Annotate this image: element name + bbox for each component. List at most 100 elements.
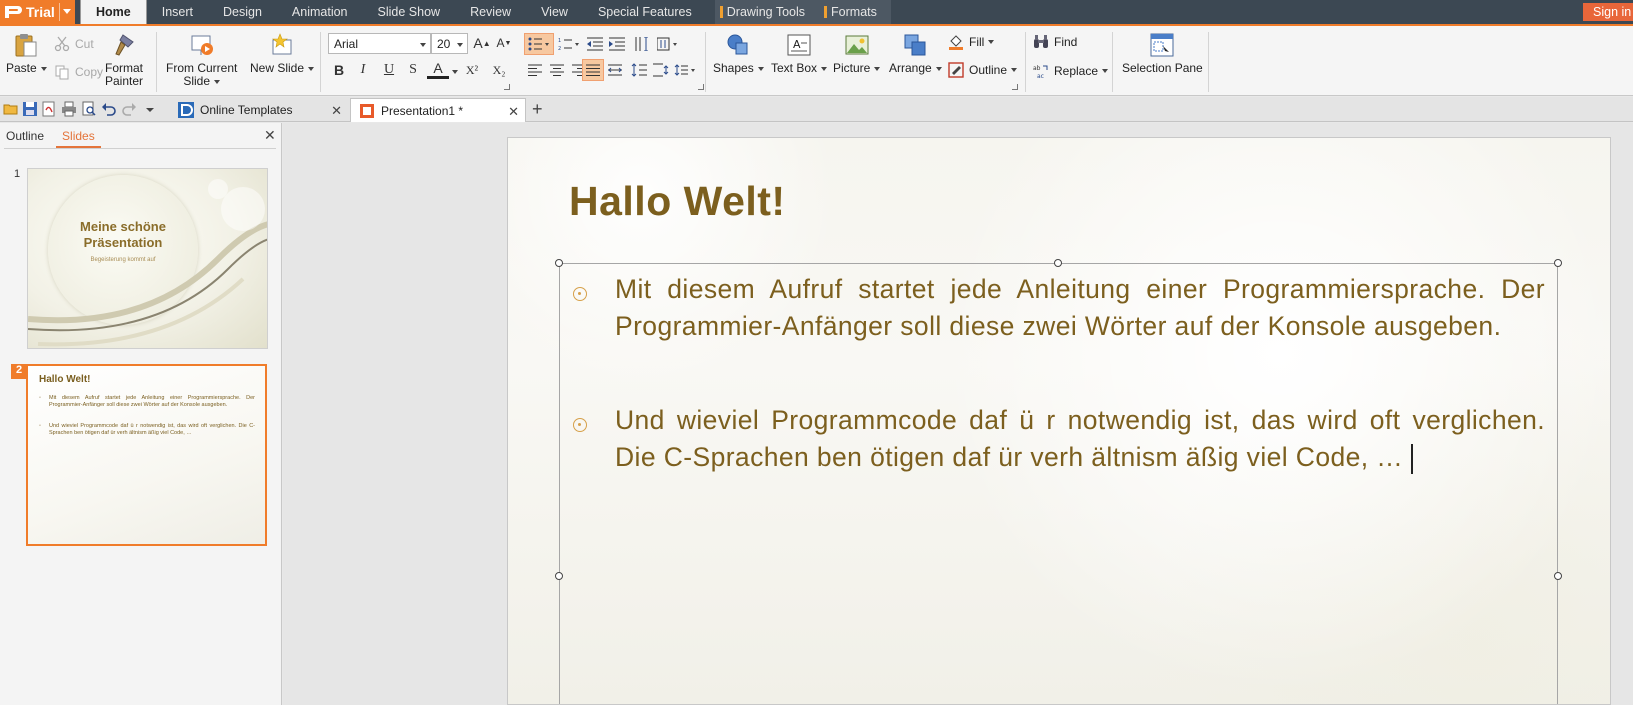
- slideshow-play-icon: [191, 35, 213, 55]
- tab-home[interactable]: Home: [80, 0, 147, 24]
- italic-button[interactable]: I: [352, 59, 374, 81]
- tab-view[interactable]: View: [526, 0, 583, 24]
- tab-special-features[interactable]: Special Features: [583, 0, 707, 24]
- cut-button[interactable]: Cut: [54, 36, 94, 52]
- font-size-value: 20: [437, 37, 451, 51]
- save-icon[interactable]: [22, 101, 38, 117]
- text-box-button[interactable]: A Text Box: [771, 32, 828, 75]
- replace-button[interactable]: ab ac Replace: [1033, 63, 1109, 79]
- close-icon[interactable]: ✕: [508, 104, 519, 120]
- slide-paragraph[interactable]: Und wieviel Programmcode daf ü r notwend…: [615, 402, 1545, 476]
- find-button[interactable]: Find: [1033, 34, 1077, 50]
- selection-pane-button[interactable]: Selection Pane: [1122, 32, 1203, 75]
- resize-handle-top-right[interactable]: [1554, 259, 1562, 267]
- tab-design[interactable]: Design: [208, 0, 277, 24]
- slide-number: 2: [11, 364, 27, 379]
- shrink-font-button[interactable]: A ▼: [493, 32, 515, 54]
- customize-toolbar-icon[interactable]: [145, 101, 155, 117]
- subscript-button[interactable]: X₂: [488, 59, 510, 81]
- resize-handle-right[interactable]: [1554, 572, 1562, 580]
- shapes-button[interactable]: Shapes: [713, 32, 764, 75]
- shadow-button[interactable]: S: [402, 59, 424, 81]
- undo-icon[interactable]: [101, 101, 117, 117]
- tab-formats[interactable]: Formats: [819, 0, 891, 24]
- divider: [59, 3, 60, 21]
- outline-button[interactable]: Outline: [948, 62, 1018, 78]
- paragraph-spacing-icon: [653, 63, 669, 77]
- new-slide-icon: [272, 33, 292, 55]
- bold-button[interactable]: B: [328, 59, 350, 81]
- tab-animation[interactable]: Animation: [277, 0, 363, 24]
- context-marker: [719, 6, 723, 18]
- content-text-box[interactable]: Mit diesem Aufruf startet jede Anleitung…: [559, 263, 1558, 704]
- tab-slides[interactable]: Slides: [56, 129, 101, 148]
- app-logo-icon: [5, 6, 22, 18]
- tab-insert[interactable]: Insert: [147, 0, 208, 24]
- slide-canvas[interactable]: Hallo Welt! Mit diesem Aufruf startet je…: [507, 137, 1611, 705]
- tab-outline[interactable]: Outline: [0, 129, 50, 148]
- tab-slide-show[interactable]: Slide Show: [363, 0, 456, 24]
- font-size-select[interactable]: 20: [431, 33, 468, 54]
- print-icon[interactable]: [61, 101, 77, 117]
- line-spacing-options-button[interactable]: [672, 59, 700, 81]
- new-tab-button[interactable]: +: [532, 99, 543, 120]
- slide-thumbnail-2[interactable]: Hallo Welt! ◦ Mit diesem Aufruf startet …: [26, 364, 267, 546]
- thumbnail-bullet-text: Mit diesem Aufruf startet jede Anleitung…: [49, 395, 255, 408]
- tab-drawing-tools[interactable]: Drawing Tools: [714, 0, 820, 24]
- numbered-list-icon: 12: [558, 38, 579, 51]
- picture-icon: [845, 35, 869, 55]
- resize-handle-top-left[interactable]: [555, 259, 563, 267]
- redo-icon[interactable]: [121, 101, 137, 117]
- increase-indent-button[interactable]: [606, 33, 628, 55]
- resize-handle-left[interactable]: [555, 572, 563, 580]
- superscript-button[interactable]: X²: [461, 59, 483, 81]
- outline-label: Outline: [969, 63, 1008, 77]
- numbering-button[interactable]: 12: [556, 33, 582, 55]
- text-direction-button[interactable]: [655, 33, 683, 55]
- picture-button[interactable]: Picture: [833, 32, 881, 75]
- bullets-button[interactable]: [524, 33, 554, 55]
- paragraph-dialog-launcher[interactable]: [698, 84, 704, 90]
- sign-in-button[interactable]: Sign in: [1583, 3, 1633, 21]
- group-divider: [1025, 32, 1026, 92]
- paste-button[interactable]: Paste: [6, 32, 47, 75]
- print-preview-icon[interactable]: [81, 101, 97, 117]
- line-spacing-button[interactable]: [628, 59, 650, 81]
- arrange-button[interactable]: Arrange: [889, 32, 942, 75]
- group-divider: [156, 32, 157, 92]
- fill-button[interactable]: Fill: [948, 34, 995, 50]
- font-name-select[interactable]: Arial: [328, 33, 431, 54]
- tab-online-templates[interactable]: Online Templates ✕: [170, 98, 348, 122]
- slide-paragraph[interactable]: Mit diesem Aufruf startet jede Anleitung…: [615, 271, 1545, 345]
- font-color-button[interactable]: A: [427, 59, 449, 79]
- paragraph-spacing-button[interactable]: [650, 59, 672, 81]
- tab-presentation1[interactable]: Presentation1 * ✕: [350, 98, 526, 122]
- justify-button[interactable]: [582, 59, 604, 81]
- slide-thumbnail-1[interactable]: Meine schöne Präsentation Begeisterung k…: [27, 168, 268, 349]
- format-painter-button[interactable]: Format Painter: [105, 32, 143, 88]
- columns-icon: [635, 37, 648, 51]
- grow-font-button[interactable]: A ▲: [471, 32, 493, 54]
- decrease-indent-button[interactable]: [584, 33, 606, 55]
- font-dialog-launcher[interactable]: [504, 84, 510, 90]
- slide-title[interactable]: Hallo Welt!: [569, 178, 786, 225]
- drawing-dialog-launcher[interactable]: [1012, 84, 1018, 90]
- align-left-button[interactable]: [524, 59, 546, 81]
- export-pdf-icon[interactable]: [41, 101, 57, 117]
- tab-presentation1-label: Presentation1 *: [381, 103, 464, 118]
- underline-button[interactable]: U: [378, 59, 400, 81]
- align-center-button[interactable]: [546, 59, 568, 81]
- tab-review[interactable]: Review: [455, 0, 526, 24]
- new-slide-button[interactable]: New Slide: [250, 32, 315, 75]
- open-folder-icon[interactable]: [3, 101, 19, 117]
- distributed-button[interactable]: [604, 59, 626, 81]
- group-divider: [320, 32, 321, 92]
- close-icon[interactable]: ✕: [264, 127, 276, 144]
- close-icon[interactable]: ✕: [331, 103, 342, 119]
- copy-button[interactable]: Copy: [54, 64, 103, 80]
- arrange-label: Arrange: [889, 62, 942, 75]
- columns-button[interactable]: [632, 33, 652, 55]
- app-menu-button[interactable]: Trial: [0, 0, 75, 24]
- resize-handle-top[interactable]: [1054, 259, 1062, 267]
- from-current-slide-button[interactable]: From Current Slide: [166, 32, 237, 88]
